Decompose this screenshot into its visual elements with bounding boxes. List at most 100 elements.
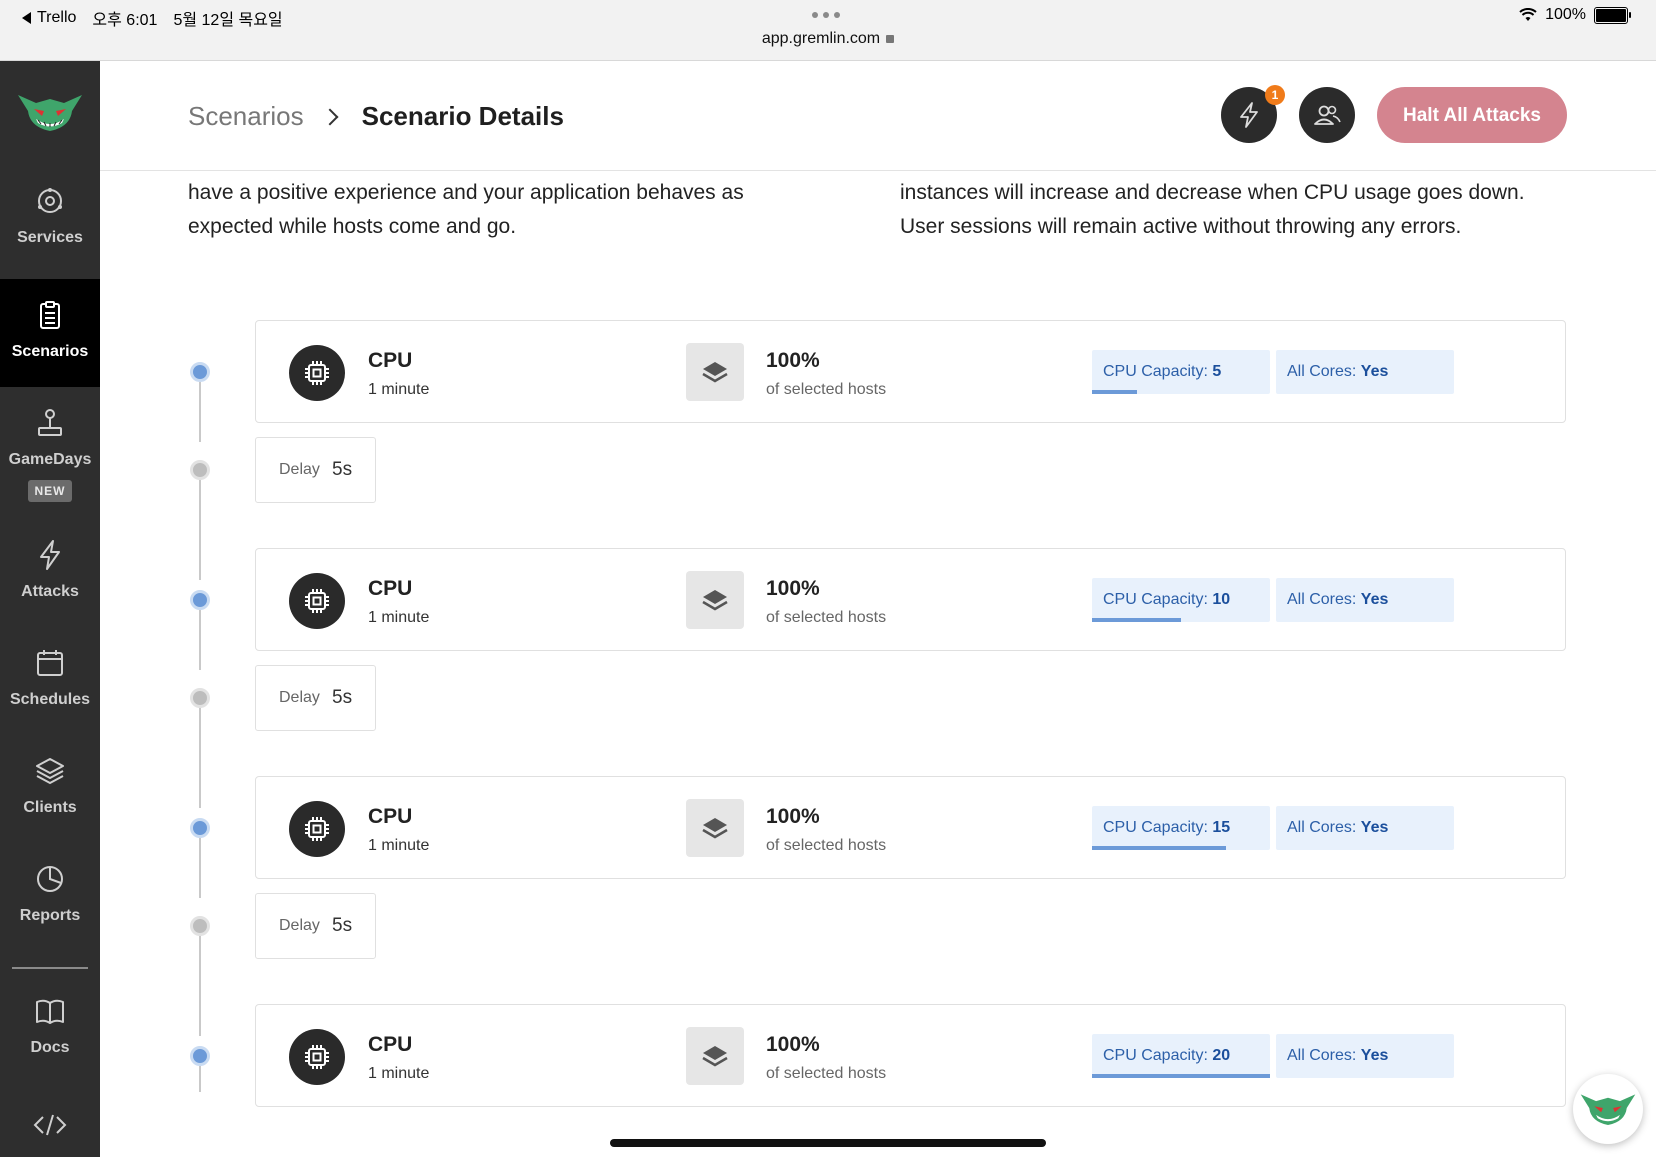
timeline-connector	[199, 838, 201, 898]
attack-step-card[interactable]: CPU 1 minute 100% of selected hosts CPU …	[255, 320, 1566, 423]
target-percent-label: of selected hosts	[766, 381, 887, 398]
multitask-dots-icon[interactable]	[812, 12, 840, 18]
attack-duration: 1 minute	[368, 609, 430, 626]
tag-label: All Cores:	[1287, 363, 1361, 380]
all-cores-tag: All Cores: Yes	[1276, 1034, 1454, 1078]
chat-assistant-button[interactable]	[1573, 1074, 1643, 1144]
halt-all-attacks-button[interactable]: Halt All Attacks	[1377, 87, 1567, 143]
sidebar-item-attacks[interactable]: Attacks	[0, 519, 100, 627]
lock-icon	[886, 35, 895, 43]
tag-label: All Cores:	[1287, 591, 1361, 608]
sidebar-item-label: Schedules	[9, 691, 91, 708]
timeline-connector	[199, 382, 201, 442]
attack-duration: 1 minute	[368, 1065, 430, 1082]
gremlin-logo-icon[interactable]	[16, 89, 84, 133]
battery-icon	[1594, 6, 1631, 24]
code-icon[interactable]	[33, 1113, 67, 1137]
tag-label: All Cores:	[1287, 1047, 1361, 1064]
back-to-app-button[interactable]: Trello	[22, 9, 76, 27]
cpu-capacity-tag: CPU Capacity: 10	[1092, 578, 1270, 622]
timeline-connector	[199, 708, 201, 808]
attack-type: CPU	[368, 349, 413, 372]
delay-step-card[interactable]: Delay 5s	[255, 437, 376, 503]
target-percent-label: of selected hosts	[766, 1065, 887, 1082]
url-text: app.gremlin.com	[761, 30, 881, 47]
sidebar-item-label: Attacks	[21, 583, 79, 600]
notification-badge: 1	[1265, 85, 1285, 105]
all-cores-tag: All Cores: Yes	[1276, 578, 1454, 622]
team-button[interactable]	[1299, 87, 1355, 143]
all-cores-tag: All Cores: Yes	[1276, 806, 1454, 850]
timeline-step-dot	[190, 590, 210, 610]
layers-icon	[686, 571, 744, 629]
tag-label: CPU Capacity:	[1103, 819, 1213, 836]
gremlin-chat-icon	[1580, 1094, 1636, 1126]
sidebar-item-label: Clients	[23, 799, 77, 816]
sidebar-item-reports[interactable]: Reports	[0, 843, 100, 951]
chevron-right-icon	[321, 108, 339, 125]
book-icon	[36, 999, 64, 1024]
sidebar-item-gamedays[interactable]: GameDays NEW	[0, 387, 100, 513]
delay-value: 5s	[332, 459, 353, 480]
users-icon	[1314, 105, 1341, 125]
tag-value: Yes	[1360, 591, 1389, 608]
timeline-connector	[199, 480, 201, 580]
delay-step-card[interactable]: Delay 5s	[255, 893, 376, 959]
sidebar-item-schedules[interactable]: Schedules	[0, 627, 100, 735]
timeline-step-dot	[190, 1046, 210, 1066]
sidebar-item-services[interactable]: Services	[0, 165, 100, 273]
sidebar-item-clients[interactable]: Clients	[0, 735, 100, 843]
services-icon	[38, 188, 62, 213]
cpu-capacity-tag: CPU Capacity: 15	[1092, 806, 1270, 850]
active-attacks-button[interactable]: 1	[1221, 85, 1285, 143]
delay-step-card[interactable]: Delay 5s	[255, 665, 376, 731]
address-bar[interactable]: app.gremlin.com	[0, 30, 1656, 48]
delay-label: Delay	[279, 917, 320, 934]
tag-value: 5	[1212, 363, 1222, 380]
cpu-chip-icon	[289, 1029, 345, 1085]
capacity-bar	[1092, 390, 1137, 394]
cpu-chip-icon	[289, 801, 345, 857]
sidebar-item-label: Scenarios	[11, 343, 89, 360]
attack-step-card[interactable]: CPU 1 minute 100% of selected hosts CPU …	[255, 548, 1566, 651]
timeline-step-dot	[190, 818, 210, 838]
tag-value: 20	[1212, 1047, 1231, 1064]
page-header: Scenarios Scenario Details 1 Halt All At…	[100, 61, 1656, 171]
attack-step-card[interactable]: CPU 1 minute 100% of selected hosts CPU …	[255, 1004, 1566, 1107]
cpu-chip-icon	[289, 573, 345, 629]
pie-chart-icon	[37, 866, 63, 892]
sidebar: Services Scenarios GameDays NEW Attacks …	[0, 61, 100, 1157]
lightning-icon	[1240, 102, 1258, 128]
layers-icon	[686, 343, 744, 401]
back-arrow-icon	[22, 12, 31, 24]
attack-duration: 1 minute	[368, 837, 430, 854]
sidebar-divider	[12, 967, 88, 969]
timeline-delay-dot	[190, 460, 210, 480]
layers-icon	[36, 758, 64, 785]
home-indicator[interactable]	[610, 1139, 1046, 1147]
target-percent: 100%	[766, 577, 820, 600]
attack-step-card[interactable]: CPU 1 minute 100% of selected hosts CPU …	[255, 776, 1566, 879]
sidebar-item-docs[interactable]: Docs	[0, 975, 100, 1083]
capacity-bar	[1092, 1074, 1270, 1078]
breadcrumb-scenarios-link[interactable]: Scenarios	[188, 101, 304, 132]
delay-value: 5s	[332, 687, 353, 708]
breadcrumb: Scenarios Scenario Details	[188, 101, 564, 132]
new-badge: NEW	[28, 480, 72, 502]
scenario-hypothesis-right: instances will increase and decrease whe…	[900, 176, 1525, 244]
scenario-description-left: have a positive experience and your appl…	[188, 176, 744, 244]
status-right: 100%	[1519, 6, 1631, 24]
sidebar-item-scenarios[interactable]: Scenarios	[0, 279, 100, 387]
sidebar-item-label: Docs	[30, 1039, 70, 1056]
tag-value: Yes	[1360, 819, 1389, 836]
sidebar-item-label: GameDays	[8, 451, 92, 468]
clipboard-icon	[40, 301, 60, 329]
lightning-icon	[40, 540, 60, 570]
target-percent: 100%	[766, 805, 820, 828]
timeline-connector	[199, 936, 201, 1036]
status-left: Trello 오후 6:01 5월 12일 목요일	[22, 6, 283, 30]
description-line: have a positive experience and your appl…	[188, 181, 744, 204]
delay-label: Delay	[279, 461, 320, 478]
tag-value: 10	[1212, 591, 1231, 608]
timeline-delay-dot	[190, 916, 210, 936]
